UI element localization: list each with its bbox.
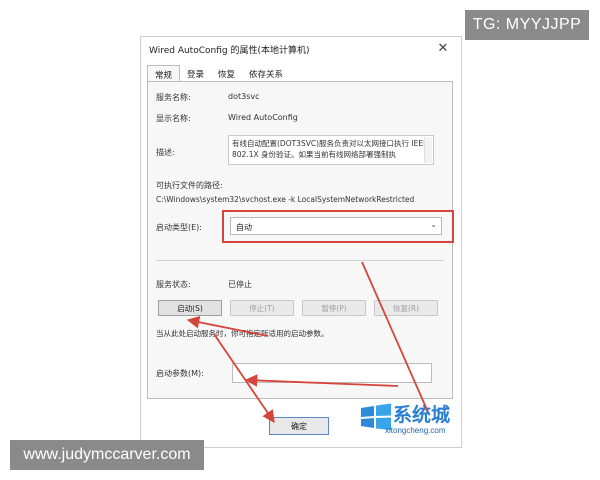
- tab-dependencies[interactable]: 依存关系: [242, 65, 291, 82]
- section-divider: [156, 260, 444, 261]
- description-text: 有线自动配置(DOT3SVC)服务负责对以太网接口执行 IEEE 802.1X …: [232, 139, 428, 159]
- exe-path-label: 可执行文件的路径:: [156, 181, 223, 190]
- tab-general[interactable]: 常规: [147, 65, 181, 82]
- description-scrollbar[interactable]: [424, 137, 432, 163]
- general-tab-panel: 服务名称: dot3svc 显示名称: Wired AutoConfig 描述:…: [147, 81, 454, 399]
- tab-logon[interactable]: 登录: [180, 65, 212, 82]
- tg-watermark-badge: TG: MYYJJPP: [465, 10, 589, 40]
- startup-type-select[interactable]: 自动 ⌄: [230, 217, 442, 235]
- dialog-title: Wired AutoConfig 的属性(本地计算机): [149, 46, 310, 56]
- logo-url-text: xitongcheng.com: [385, 426, 446, 435]
- site-watermark: www.judymccarver.com: [10, 440, 204, 470]
- xitongcheng-logo: 系统城 xitongcheng.com: [355, 396, 465, 442]
- service-name-value: dot3svc: [228, 92, 260, 101]
- tab-recovery[interactable]: 恢复: [211, 65, 243, 82]
- start-params-hint: 当从此处启动服务时，你可指定所适用的启动参数。: [156, 329, 329, 338]
- dialog-titlebar: Wired AutoConfig 的属性(本地计算机) ✕: [141, 37, 461, 63]
- pause-button[interactable]: 暂停(P): [302, 300, 366, 316]
- tab-strip: 常规 登录 恢复 依存关系: [147, 65, 291, 82]
- stop-button[interactable]: 停止(T): [230, 300, 294, 316]
- resume-button[interactable]: 恢复(R): [374, 300, 438, 316]
- service-status-label: 服务状态:: [156, 280, 191, 289]
- close-icon[interactable]: ✕: [435, 41, 451, 57]
- startup-type-value: 自动: [236, 223, 252, 232]
- startup-type-label: 启动类型(E):: [156, 223, 202, 232]
- ok-button[interactable]: 确定: [269, 417, 329, 435]
- service-properties-dialog: Wired AutoConfig 的属性(本地计算机) ✕ 常规 登录 恢复 依…: [140, 36, 462, 448]
- start-params-label: 启动参数(M):: [156, 369, 204, 378]
- description-textbox[interactable]: 有线自动配置(DOT3SVC)服务负责对以太网接口执行 IEEE 802.1X …: [228, 135, 434, 165]
- chevron-down-icon: ⌄: [430, 220, 437, 229]
- exe-path-value: C:\Windows\system32\svchost.exe -k Local…: [156, 195, 415, 204]
- service-name-label: 服务名称:: [156, 93, 191, 102]
- display-name-label: 显示名称:: [156, 114, 191, 123]
- start-button[interactable]: 启动(S): [158, 300, 222, 316]
- service-status-value: 已停止: [228, 280, 252, 289]
- start-params-input[interactable]: [232, 363, 432, 383]
- description-label: 描述:: [156, 148, 175, 157]
- display-name-value: Wired AutoConfig: [228, 113, 298, 122]
- logo-brand-text: 系统城: [393, 404, 451, 426]
